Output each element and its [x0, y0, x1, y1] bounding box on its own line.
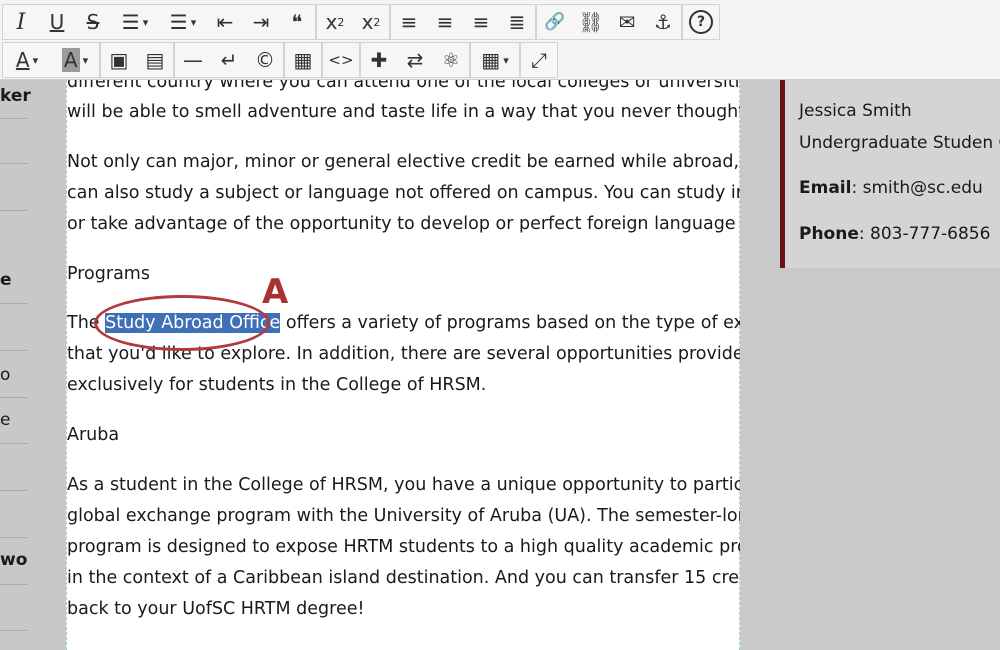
subscript-icon[interactable]: x2 [353, 5, 389, 39]
paragraph-line: Not only can major, minor or general ele… [67, 152, 812, 172]
left-navigation: ker e o e wo [0, 0, 66, 650]
section-heading-programs: Programs [67, 264, 150, 284]
email-icon[interactable]: ✉ [609, 5, 645, 39]
table-icon[interactable]: ▦ ▾ [471, 43, 519, 77]
horizontal-rule-icon[interactable]: — [175, 43, 211, 77]
contact-title: Undergraduate Studen Co [799, 133, 1000, 153]
widget-icon[interactable]: ⚛ [433, 43, 469, 77]
source-code-icon[interactable]: <> [323, 43, 359, 77]
paragraph-line: in the context of a Caribbean island des… [67, 568, 817, 588]
align-right-icon[interactable]: ≡ [463, 5, 499, 39]
toolbar-row-2: A ▾ A ▾ ▣ ▤ — ↵ © ▦ <> ✚ ⇄ ⚛ ▦ ▾ ⤢ [2, 42, 558, 78]
paragraph-line: global exchange program with the Univers… [67, 506, 760, 526]
contact-name: Jessica Smith [799, 101, 912, 121]
editor-toolbar: I U S ☰ ▾ ☰ ▾ ⇤ ⇥ ❝ x2 x2 ≡ ≡ ≡ ≣ 🔗 ⛓ ✉ ⚓ … [0, 0, 1000, 80]
section-heading-aruba: Aruba [67, 425, 120, 445]
indent-icon[interactable]: ⇥ [243, 5, 279, 39]
align-center-icon[interactable]: ≡ [427, 5, 463, 39]
paragraph-line: program is designed to expose HRTM stude… [67, 537, 826, 557]
email-link[interactable]: smith@sc.edu [863, 178, 983, 198]
annotation-label: A [262, 272, 289, 312]
nav-fragment[interactable]: e [0, 270, 12, 290]
paragraph-line: As a student in the College of HRSM, you… [67, 475, 826, 495]
background-color-icon[interactable]: A ▾ [51, 43, 99, 77]
line-break-icon[interactable]: ↵ [211, 43, 247, 77]
editor-content-area[interactable]: different country where you can attend o… [66, 72, 828, 650]
fullscreen-icon[interactable]: ⤢ [521, 43, 557, 77]
unlink-icon[interactable]: ⛓ [573, 5, 609, 39]
outdent-icon[interactable]: ⇤ [207, 5, 243, 39]
numbered-list-icon[interactable]: ☰ ▾ [159, 5, 207, 39]
superscript-icon[interactable]: x2 [317, 5, 353, 39]
toolbar-row-1: I U S ☰ ▾ ☰ ▾ ⇤ ⇥ ❝ x2 x2 ≡ ≡ ≡ ≣ 🔗 ⛓ ✉ ⚓ … [2, 4, 720, 40]
bulleted-list-icon[interactable]: ☰ ▾ [111, 5, 159, 39]
nav-fragment[interactable]: wo [0, 550, 27, 570]
link-icon[interactable]: 🔗 [537, 5, 573, 39]
special-character-icon[interactable]: © [247, 43, 283, 77]
blockquote-icon[interactable]: ❝ [279, 5, 315, 39]
paragraph-line: can also study a subject or language not… [67, 183, 822, 203]
anchor-icon[interactable]: ⚓ [645, 5, 681, 39]
help-icon[interactable]: ? [683, 5, 719, 39]
paragraph-line: back to your UofSC HRTM degree! [67, 599, 365, 619]
strikethrough-icon[interactable]: S [75, 5, 111, 39]
image-icon[interactable]: ▣ [101, 43, 137, 77]
contact-email: Email: smith@sc.edu [799, 178, 983, 198]
nav-fragment[interactable]: o [0, 365, 10, 385]
video-icon[interactable]: ▤ [137, 43, 173, 77]
text-color-icon[interactable]: A ▾ [3, 43, 51, 77]
nav-fragment[interactable]: e [0, 410, 10, 430]
nav-fragment[interactable]: ker [0, 86, 31, 106]
annotation-ring [94, 295, 270, 351]
plugin-icon[interactable]: ✚ [361, 43, 397, 77]
align-left-icon[interactable]: ≡ [391, 5, 427, 39]
paragraph-line: will be able to smell adventure and tast… [67, 102, 828, 122]
right-sidebar: Jessica Smith Undergraduate Studen Co Em… [740, 80, 1000, 650]
replace-icon[interactable]: ⇄ [397, 43, 433, 77]
form-icon[interactable]: ▦ [285, 43, 321, 77]
underline-icon[interactable]: U [39, 5, 75, 39]
paragraph-line: or take advantage of the opportunity to … [67, 214, 790, 234]
italic-icon[interactable]: I [3, 5, 39, 39]
contact-phone: Phone: 803-777-6856 [799, 224, 991, 244]
justify-icon[interactable]: ≣ [499, 5, 535, 39]
paragraph-line: exclusively for students in the College … [67, 375, 487, 395]
